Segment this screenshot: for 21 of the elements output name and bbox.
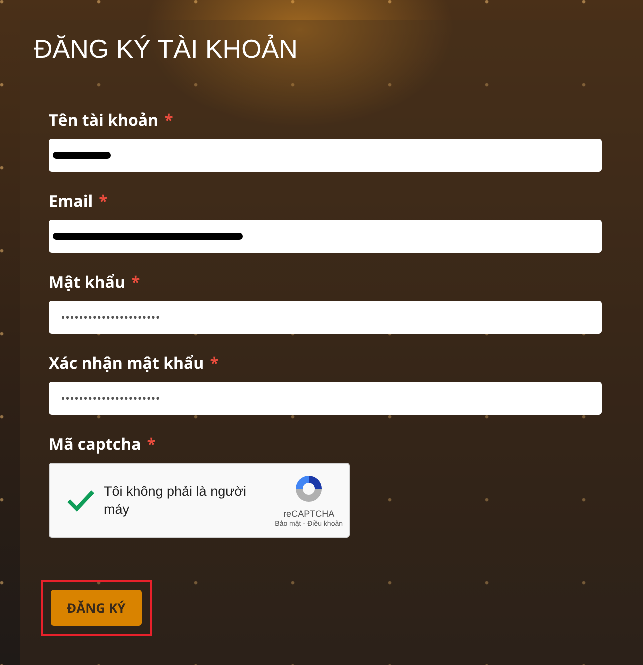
required-mark: * bbox=[99, 190, 108, 212]
required-mark: * bbox=[147, 433, 156, 455]
input-field[interactable] bbox=[49, 139, 602, 172]
input-field[interactable]: •••••••••••••••••••••• bbox=[49, 301, 602, 334]
captcha-brand: reCAPTCHA bbox=[284, 509, 335, 519]
captcha-text: Tôi không phải là người máy bbox=[104, 482, 248, 518]
register-button[interactable]: ĐĂNG KÝ bbox=[51, 590, 142, 626]
field-value: •••••••••••••••••••••• bbox=[61, 390, 160, 407]
field-label: Tên tài khoản bbox=[49, 109, 159, 131]
required-mark: * bbox=[210, 352, 219, 374]
required-mark: * bbox=[164, 109, 174, 131]
input-field[interactable]: •••••••••••••••••••••• bbox=[49, 382, 602, 415]
field-label: Mã captcha bbox=[49, 433, 142, 455]
field-value: •••••••••••••••••••••• bbox=[61, 309, 160, 326]
field-label: Mật khẩu bbox=[49, 271, 126, 293]
field-label: Email bbox=[49, 190, 94, 212]
field-label: Xác nhận mật khẩu bbox=[49, 352, 204, 374]
input-field[interactable] bbox=[49, 220, 602, 253]
checkmark-icon[interactable] bbox=[66, 488, 96, 512]
form-title: ĐĂNG KÝ TÀI KHOẢN bbox=[34, 34, 299, 65]
required-mark: * bbox=[131, 271, 140, 293]
